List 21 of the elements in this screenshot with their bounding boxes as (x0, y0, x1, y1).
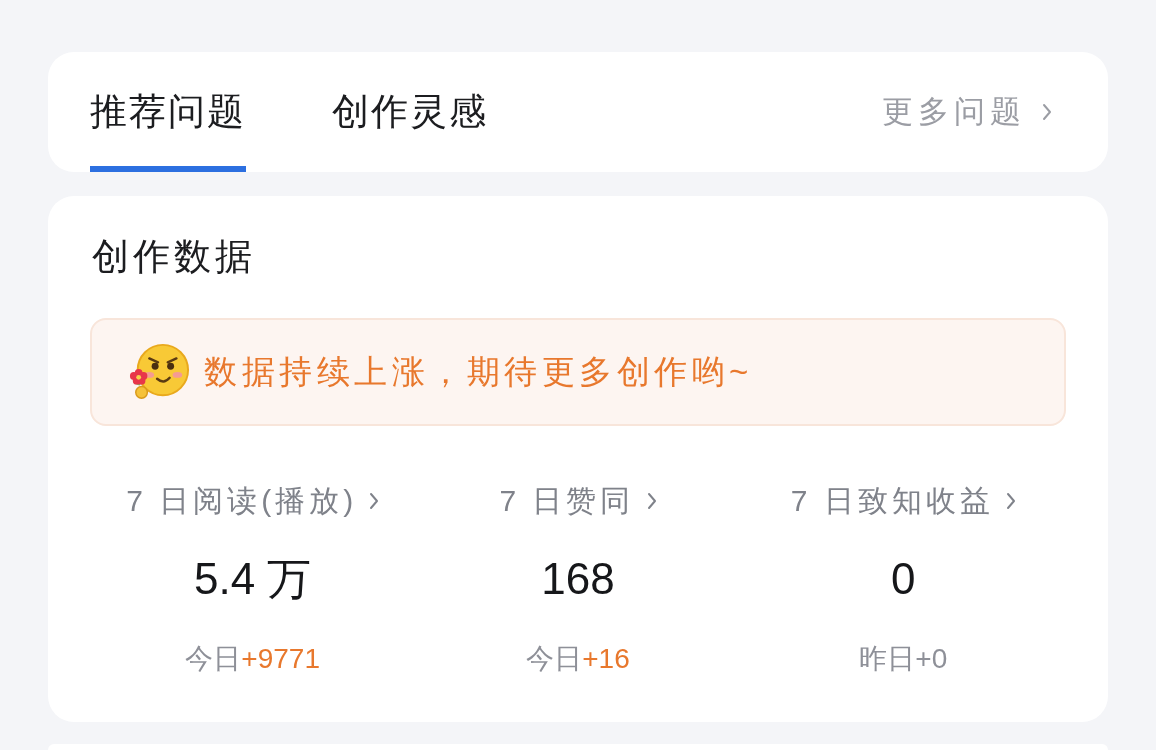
change-amount: +0 (915, 642, 948, 676)
stat-value: 168 (541, 553, 615, 605)
stat-label-link[interactable]: 7 日赞同 (499, 479, 657, 523)
chevron-right-icon (646, 492, 657, 510)
tab[interactable]: 推荐问题 (90, 52, 246, 172)
change-amount: +9771 (241, 642, 320, 676)
tab[interactable]: 创作灵感 (332, 52, 488, 172)
more-questions-link[interactable]: 更多问题 (882, 52, 1052, 172)
banner-message: 数据持续上涨，期待更多创作哟~ (204, 351, 753, 392)
chevron-right-icon (1042, 102, 1052, 122)
change-period-label: 今日 (185, 642, 242, 676)
stat-label-link[interactable]: 7 日阅读(播放) (126, 479, 380, 523)
chevron-right-icon (1005, 492, 1016, 510)
chevron-right-icon (369, 492, 380, 510)
change-period-label: 昨日 (859, 642, 916, 676)
change-period-label: 今日 (526, 642, 583, 676)
section-title: 创作数据 (92, 235, 256, 279)
stat-value: 5.4 万 (193, 553, 312, 605)
change-amount: +16 (582, 642, 630, 676)
stat-value: 0 (891, 553, 916, 605)
stat-label-link[interactable]: 7 日致知收益 (790, 479, 1016, 523)
